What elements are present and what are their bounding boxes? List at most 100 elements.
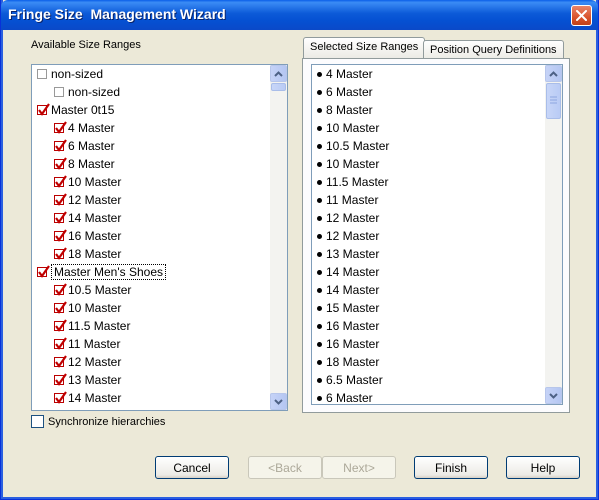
list-item-label: 18 Master bbox=[326, 355, 380, 369]
list-item-label: 16 Master bbox=[326, 337, 380, 351]
scroll-down-button[interactable] bbox=[270, 393, 287, 410]
tree-item-checkbox[interactable] bbox=[54, 139, 67, 152]
tree-item-checkbox[interactable] bbox=[54, 121, 67, 134]
left-scrollbar[interactable] bbox=[270, 65, 287, 410]
tree-item-checkbox[interactable] bbox=[54, 355, 67, 368]
tree-item-checkbox[interactable] bbox=[54, 283, 67, 296]
help-button[interactable]: Help bbox=[506, 456, 580, 479]
tree-item-label: 14 Master bbox=[68, 211, 122, 225]
tree-item-label: 13 Master bbox=[68, 373, 122, 387]
bullet-icon bbox=[317, 179, 322, 185]
tab-selected-size-ranges[interactable]: Selected Size Ranges bbox=[303, 37, 426, 58]
right-scrollbar[interactable] bbox=[545, 65, 562, 404]
tree-item[interactable]: Master Men's Shoes bbox=[32, 263, 270, 281]
list-item[interactable]: 8 Master bbox=[312, 101, 545, 119]
tree-item[interactable]: 4 Master bbox=[32, 119, 270, 137]
tab-label: Selected Size Ranges bbox=[310, 41, 419, 53]
tree-item[interactable]: 18 Master bbox=[32, 245, 270, 263]
tree-item[interactable]: 8 Master bbox=[32, 155, 270, 173]
tree-item-checkbox[interactable] bbox=[37, 265, 50, 278]
tree-item-checkbox[interactable] bbox=[54, 211, 67, 224]
list-item[interactable]: 15 Master bbox=[312, 299, 545, 317]
tree-item[interactable]: 10.5 Master bbox=[32, 281, 270, 299]
list-item-label: 14 Master bbox=[326, 265, 380, 279]
tree-item-checkbox[interactable] bbox=[54, 193, 67, 206]
cancel-button[interactable]: Cancel bbox=[155, 456, 229, 479]
tree-item-checkbox[interactable] bbox=[54, 319, 67, 332]
tree-item-label: 10.5 Master bbox=[68, 283, 132, 297]
right-scroll-thumb[interactable] bbox=[546, 83, 561, 119]
list-item[interactable]: 16 Master bbox=[312, 317, 545, 335]
list-item[interactable]: 4 Master bbox=[312, 65, 545, 83]
tree-item-label: 11.5 Master bbox=[68, 319, 131, 333]
finish-button[interactable]: Finish bbox=[414, 456, 488, 479]
tree-item[interactable]: 10 Master bbox=[32, 299, 270, 317]
list-item[interactable]: 13 Master bbox=[312, 245, 545, 263]
tree-item[interactable]: 10 Master bbox=[32, 173, 270, 191]
tree-item-checkbox[interactable] bbox=[54, 157, 67, 170]
tree-item[interactable]: 13 Master bbox=[32, 371, 270, 389]
available-size-ranges-tree[interactable]: non-sized non-sized Master 0t15 4 Master 6 M… bbox=[31, 64, 288, 411]
tab-position-query-definitions[interactable]: Position Query Definitions bbox=[423, 40, 564, 59]
list-item[interactable]: 10 Master bbox=[312, 155, 545, 173]
tree-item-label: 10 Master bbox=[68, 301, 122, 315]
list-item[interactable]: 16 Master bbox=[312, 335, 545, 353]
list-item[interactable]: 10 Master bbox=[312, 119, 545, 137]
list-item[interactable]: 11.5 Master bbox=[312, 173, 545, 191]
tree-item[interactable]: Master 0t15 bbox=[32, 101, 270, 119]
synchronize-hierarchies-checkbox[interactable] bbox=[31, 415, 44, 428]
scroll-down-button[interactable] bbox=[545, 387, 562, 404]
list-item[interactable]: 6 Master bbox=[312, 83, 545, 101]
grip-icon bbox=[550, 96, 557, 104]
list-item[interactable]: 6 Master bbox=[312, 389, 545, 405]
list-item[interactable]: 14 Master bbox=[312, 281, 545, 299]
scroll-up-button[interactable] bbox=[545, 65, 562, 82]
tree-item[interactable]: 14 Master bbox=[32, 389, 270, 407]
list-item[interactable]: 12 Master bbox=[312, 209, 545, 227]
list-item-label: 6 Master bbox=[326, 391, 373, 405]
list-item[interactable]: 10.5 Master bbox=[312, 137, 545, 155]
scroll-up-button[interactable] bbox=[270, 65, 287, 82]
tree-item[interactable]: non-sized bbox=[32, 83, 270, 101]
tree-rows: non-sized non-sized Master 0t15 4 Master 6 M… bbox=[32, 65, 270, 410]
next-button[interactable]: Next> bbox=[322, 456, 396, 479]
list-item[interactable]: 6.5 Master bbox=[312, 371, 545, 389]
list-item[interactable]: 11 Master bbox=[312, 191, 545, 209]
tree-item-checkbox[interactable] bbox=[54, 247, 67, 260]
synchronize-hierarchies-row[interactable]: Synchronize hierarchies bbox=[31, 415, 165, 428]
selected-size-ranges-list[interactable]: 4 Master 6 Master 8 Master 10 Master 10.5 Ma… bbox=[311, 64, 563, 405]
left-scroll-thumb[interactable] bbox=[271, 83, 286, 91]
chevron-down-icon bbox=[549, 392, 558, 399]
bullet-icon bbox=[317, 89, 322, 95]
tree-item[interactable]: 12 Master bbox=[32, 191, 270, 209]
title-bar[interactable]: Fringe Size Management Wizard bbox=[1, 0, 598, 30]
tree-item[interactable]: 16 Master bbox=[32, 227, 270, 245]
close-button[interactable] bbox=[571, 5, 592, 26]
list-item[interactable]: 12 Master bbox=[312, 227, 545, 245]
list-item[interactable]: 18 Master bbox=[312, 353, 545, 371]
tree-item[interactable]: 12 Master bbox=[32, 353, 270, 371]
tree-item-checkbox[interactable] bbox=[54, 87, 64, 97]
wizard-window: Fringe Size Management Wizard Available … bbox=[0, 0, 599, 500]
tree-item-checkbox[interactable] bbox=[54, 337, 67, 350]
tree-item[interactable]: 6 Master bbox=[32, 137, 270, 155]
tree-item[interactable]: 14 Master bbox=[32, 209, 270, 227]
list-item[interactable]: 14 Master bbox=[312, 263, 545, 281]
tree-item-checkbox[interactable] bbox=[54, 391, 67, 404]
tree-item[interactable]: non-sized bbox=[32, 65, 270, 83]
tree-item-label: 11 Master bbox=[68, 337, 121, 351]
tree-item-checkbox[interactable] bbox=[37, 69, 47, 79]
tree-item-checkbox[interactable] bbox=[54, 301, 67, 314]
tree-item-checkbox[interactable] bbox=[54, 373, 67, 386]
back-button[interactable]: <Back bbox=[248, 456, 322, 479]
tree-item-checkbox[interactable] bbox=[37, 103, 50, 116]
tree-item-checkbox[interactable] bbox=[54, 229, 67, 242]
available-size-ranges-label: Available Size Ranges bbox=[31, 39, 141, 51]
bullet-icon bbox=[317, 233, 322, 239]
tree-item-label: Master 0t15 bbox=[51, 103, 115, 117]
tree-item-checkbox[interactable] bbox=[54, 175, 67, 188]
tree-item[interactable]: 11 Master bbox=[32, 335, 270, 353]
bullet-icon bbox=[317, 215, 322, 221]
close-icon bbox=[576, 10, 587, 21]
tree-item[interactable]: 11.5 Master bbox=[32, 317, 270, 335]
